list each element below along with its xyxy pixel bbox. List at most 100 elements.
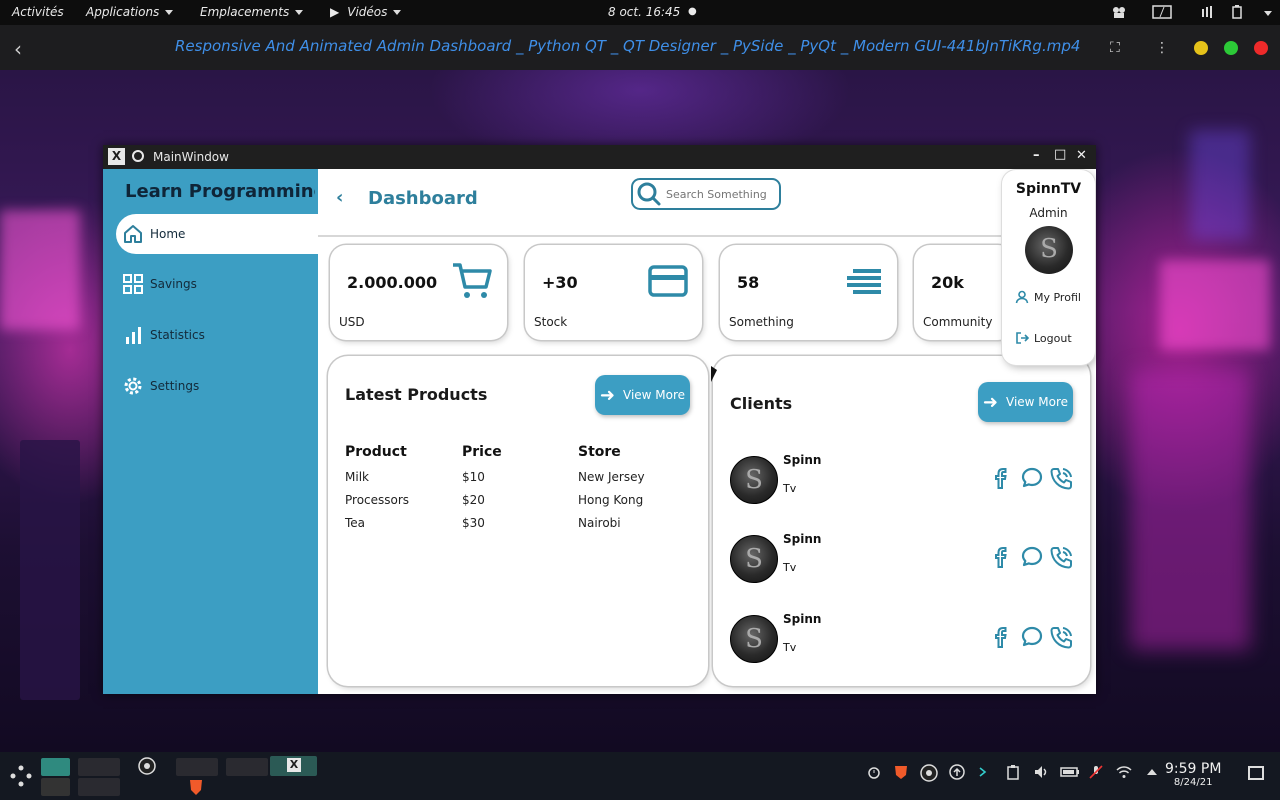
taskbar-app[interactable]: [78, 758, 120, 776]
my-profile-link[interactable]: My Profil: [1015, 290, 1093, 304]
facebook-icon[interactable]: [992, 466, 1008, 490]
stat-label: Community: [923, 315, 993, 329]
show-desktop-icon[interactable]: [1248, 766, 1264, 780]
column-header: Product: [345, 444, 407, 460]
tray-expand-icon[interactable]: [1144, 764, 1160, 780]
profile-popup: SpinnTV Admin S My Profil Logout: [1002, 170, 1095, 365]
link-label: Logout: [1034, 331, 1072, 345]
header-divider: [318, 235, 1096, 237]
mic-muted-icon[interactable]: [1088, 764, 1104, 780]
panel-title: Clients: [730, 394, 793, 413]
client-sub: Tv: [783, 641, 797, 654]
chevron-down-icon: [295, 10, 304, 15]
brave-icon[interactable]: [188, 778, 204, 796]
list-item[interactable]: S Spinn Tv: [730, 532, 1080, 588]
back-arrow-icon[interactable]: ‹: [14, 37, 22, 61]
chevron-left-icon[interactable]: ‹: [336, 187, 343, 208]
list-item[interactable]: S Spinn Tv: [730, 612, 1080, 668]
list-item[interactable]: S Spinn Tv: [730, 453, 1080, 509]
phone-call-icon[interactable]: [1048, 625, 1074, 651]
battery-icon[interactable]: [1230, 5, 1244, 19]
fullscreen-icon[interactable]: ⛶: [1110, 40, 1120, 56]
phone-call-icon[interactable]: [1048, 466, 1074, 492]
video-player-header: ‹ Responsive And Animated Admin Dashboar…: [0, 25, 1280, 70]
table-cell: $10: [462, 469, 485, 484]
camera-icon[interactable]: [1112, 5, 1126, 19]
system-menu-chevron-icon[interactable]: [1264, 11, 1272, 16]
minimize-icon[interactable]: –: [1033, 148, 1040, 163]
table-cell: Tea: [345, 515, 366, 530]
brave-icon[interactable]: [893, 764, 909, 780]
table-cell: $30: [462, 515, 485, 530]
taskbar-window-thumb[interactable]: [41, 778, 70, 796]
minimize-dot-icon[interactable]: [1194, 41, 1208, 55]
close-dot-icon[interactable]: [1254, 41, 1268, 55]
facebook-icon[interactable]: [992, 625, 1008, 649]
clients-panel: Clients ➜ View More S Spinn Tv S Spinn T…: [713, 356, 1090, 686]
client-sub: Tv: [783, 482, 797, 495]
activities-button[interactable]: Activités: [12, 5, 64, 19]
taskbar-app[interactable]: [78, 778, 120, 796]
qt-icon: [132, 150, 144, 162]
menu-kebab-icon[interactable]: ⋮: [1155, 40, 1169, 56]
phone-call-icon[interactable]: [1048, 545, 1074, 571]
avatar: S: [1025, 226, 1073, 274]
sidebar-item-settings[interactable]: Settings: [116, 366, 318, 406]
search-box[interactable]: [631, 178, 781, 210]
speaker-icon[interactable]: [1033, 764, 1049, 780]
neon-light: [1160, 260, 1270, 350]
profile-name: SpinnTV: [1015, 181, 1082, 197]
launcher-icon[interactable]: [8, 764, 34, 788]
view-more-clients-button[interactable]: ➜ View More: [978, 382, 1073, 422]
alarm-icon[interactable]: [866, 764, 882, 780]
chat-icon[interactable]: [1020, 625, 1044, 649]
screen-icon[interactable]: [1152, 5, 1172, 19]
close-icon[interactable]: ✕: [1076, 148, 1087, 163]
window-titlebar[interactable]: X MainWindow – □ ✕: [103, 145, 1096, 169]
maximize-icon[interactable]: □: [1054, 147, 1066, 162]
places-menu[interactable]: Emplacements: [200, 5, 304, 19]
taskbar-window-thumb[interactable]: [41, 758, 70, 776]
sidebar-item-home[interactable]: Home: [116, 214, 318, 254]
client-name: Spinn: [783, 453, 822, 467]
wifi-icon[interactable]: [1116, 764, 1132, 780]
obs-icon[interactable]: [138, 757, 156, 775]
view-more-products-button[interactable]: ➜ View More: [595, 375, 690, 415]
facebook-icon[interactable]: [992, 545, 1008, 569]
neon-light: [1130, 370, 1250, 650]
videos-menu[interactable]: ▶ Vidéos: [330, 5, 402, 19]
main-window: X MainWindow – □ ✕ Learn Programming Hom…: [103, 145, 1096, 694]
taskbar-app[interactable]: [226, 758, 268, 776]
clock-date: 8/24/21: [1173, 777, 1213, 788]
table-row[interactable]: Milk $10 New Jersey: [345, 465, 698, 488]
videos-label: Vidéos: [347, 5, 388, 19]
table-row[interactable]: Processors $20 Hong Kong: [345, 488, 698, 511]
chat-icon[interactable]: [1020, 466, 1044, 490]
search-input[interactable]: [666, 187, 778, 201]
sidebar-item-savings[interactable]: Savings: [116, 264, 318, 304]
upload-icon[interactable]: [949, 764, 965, 780]
taskbar-app[interactable]: [176, 758, 218, 776]
x-app-icon: X: [287, 758, 301, 772]
clipboard-icon[interactable]: [1005, 764, 1021, 780]
battery-icon[interactable]: [1060, 764, 1080, 780]
sidebar-item-statistics[interactable]: Statistics: [116, 315, 318, 355]
products-table: Product Price Store Milk $10 New Jersey …: [345, 439, 698, 534]
home-icon: [122, 223, 144, 245]
terminal-icon[interactable]: [977, 764, 993, 780]
maximize-dot-icon[interactable]: [1224, 41, 1238, 55]
stat-value: 2.000.000: [347, 273, 438, 292]
logout-icon: [1016, 332, 1029, 344]
volume-icon[interactable]: [1200, 5, 1214, 19]
applications-menu[interactable]: Applications: [86, 5, 174, 19]
logout-link[interactable]: Logout: [1015, 331, 1093, 345]
obs-icon[interactable]: [920, 764, 938, 782]
clock[interactable]: 8 oct. 16:45: [608, 5, 680, 19]
taskbar-clock[interactable]: 9:59 PM 8/24/21: [1165, 761, 1221, 788]
chat-icon[interactable]: [1020, 545, 1044, 569]
sidebar-item-label: Home: [150, 227, 186, 241]
stat-label: Something: [729, 315, 794, 329]
chevron-down-icon: [393, 10, 402, 15]
stat-card-something: 58 Something: [720, 245, 897, 340]
table-row[interactable]: Tea $30 Nairobi: [345, 511, 698, 534]
